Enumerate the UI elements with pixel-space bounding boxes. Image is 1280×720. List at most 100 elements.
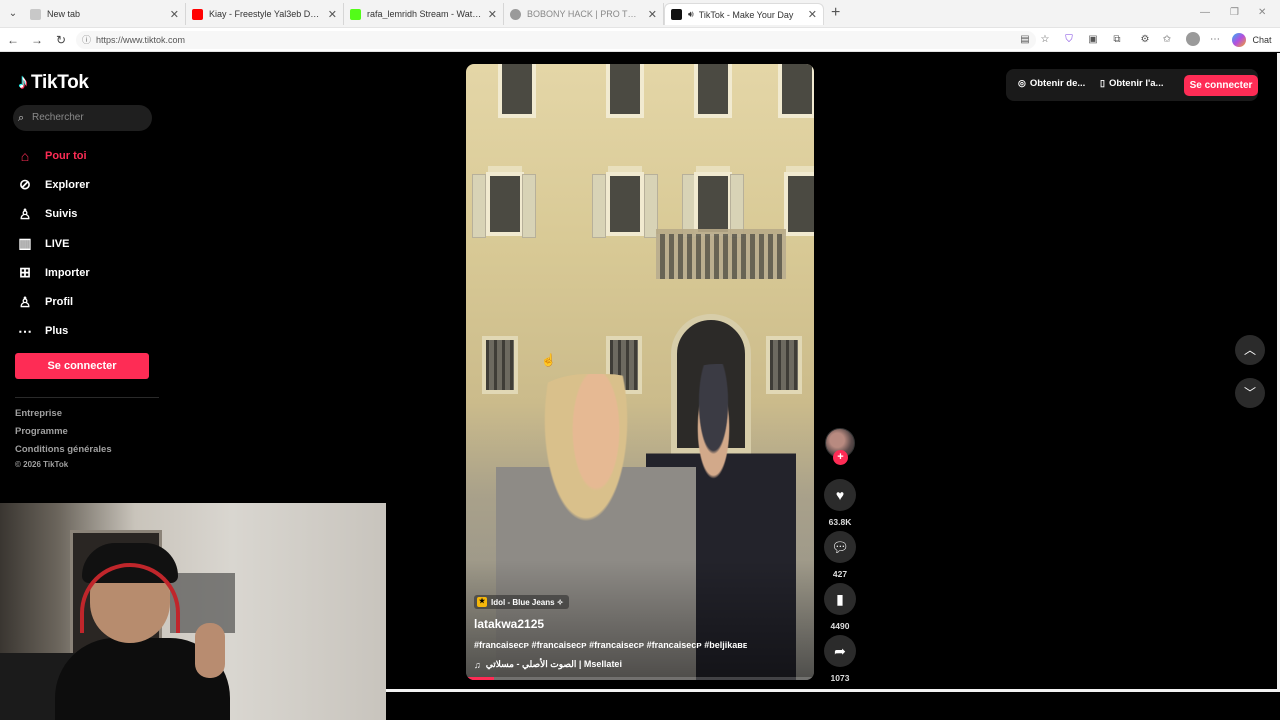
tiktok-logo[interactable]: ♪ TikTok [18,71,89,94]
building-window [778,64,814,118]
close-window-icon[interactable]: ✕ [1258,7,1266,18]
tab-actions-menu-icon[interactable]: ⌄ [6,7,20,21]
window-shutter [522,174,536,238]
sidebar-divider [15,397,159,398]
share-icon: ➦ [824,635,856,667]
extensions-puzzle-icon[interactable]: ⚙ [1138,33,1152,47]
video-sound[interactable]: ♫ الصوت الأصلي - مسلاتي | Msellatei [474,659,804,670]
building-window [486,172,524,236]
browser-tab[interactable]: rafa_lemridh Stream - Watch Live o ✕ [344,3,504,25]
video-hashtags[interactable]: #francaiseᴄᴘ #francaiseᴄᴘ #francaiseᴄᴘ #… [474,640,804,650]
back-icon[interactable]: ← [6,33,20,47]
live-icon: ▥ [18,235,32,252]
split-screen-icon[interactable]: ⧉ [1110,33,1124,47]
sidebar-item-label: Plus [45,325,69,338]
tab-title: rafa_lemridh Stream - Watch Live o [367,9,482,19]
favorites-icon[interactable]: ✩ [1160,33,1174,47]
sound-title: الصوت الأصلي - مسلاتي | Msellatei [485,659,622,669]
sidebar-item-upload[interactable]: ⊞ Importer [16,258,166,287]
share-button[interactable]: ➦ 1073 [824,635,856,683]
favorite-star-icon[interactable]: ☆ [1038,33,1052,47]
bookmark-button[interactable]: ▮ 4490 [824,583,856,631]
comment-button[interactable]: 💬︎ 427 [824,531,856,579]
footer-link-program[interactable]: Programme [15,426,165,444]
browser-tab[interactable]: BOBONY HACK | PRO TERMINAL ✕ [504,3,664,25]
reader-view-icon[interactable]: ▤ [1018,33,1032,47]
minimize-icon[interactable]: — [1200,7,1210,18]
sidebar-item-label: Explorer [45,178,90,191]
video-progress-bar[interactable] [466,677,814,680]
sidebar-item-profile[interactable]: ♙ Profil [16,287,166,316]
mouse-cursor-icon: ☝ [541,353,556,367]
tab-title: BOBONY HACK | PRO TERMINAL [527,9,642,19]
extension-shield-icon[interactable]: ⛉ [1062,33,1076,47]
maximize-icon[interactable]: ❐ [1230,7,1239,18]
tab-title: TikTok - Make Your Day [698,9,794,20]
close-tab-icon[interactable]: ✕ [648,8,657,21]
address-bar[interactable]: ⓘ https://www.tiktok.com [76,31,1036,49]
following-icon: ♙ [18,205,32,222]
forward-icon[interactable]: → [30,33,44,47]
profile-avatar-icon[interactable] [1186,32,1200,46]
copilot-icon[interactable] [1232,33,1246,47]
speaker-icon[interactable]: 🔊︎ [688,9,694,20]
music-tag-label: Idol - Blue Jeans ✧ [491,597,564,607]
next-video-button[interactable]: ﹀ [1235,378,1265,408]
sidebar-item-following[interactable]: ♙ Suivis [16,200,166,229]
tag-badge-icon: ★ [477,597,487,607]
tab-title: New tab [47,9,81,19]
like-button[interactable]: ♥ 63.8K [824,479,856,527]
get-app-button[interactable]: ▯ Obtenir l'a... [1100,78,1163,89]
browser-tab-strip: ⌄ New tab ✕ Kiay - Freestyle Yal3eb Dadd… [0,0,1280,28]
sidebar-nav: ⌂ Pour toi ⊘ Explorer ♙ Suivis ▥ LIVE ⊞ … [16,141,166,346]
building-window [694,172,732,236]
browser-tab-active[interactable]: 🔊︎ TikTok - Make Your Day ✕ [664,3,824,25]
sidebar-item-for-you[interactable]: ⌂ Pour toi [16,141,166,170]
comment-count: 427 [832,569,848,579]
header-login-button[interactable]: Se connecter [1184,75,1258,96]
sidebar-item-explore[interactable]: ⊘ Explorer [16,170,166,199]
tab-favicon-icon [30,8,41,20]
browser-tab[interactable]: New tab ✕ [24,3,186,25]
sidebar-item-live[interactable]: ▥ LIVE [16,229,166,258]
more-icon: ⋯ [18,322,32,339]
copilot-chat-label[interactable]: Chat [1250,33,1274,47]
site-info-icon[interactable]: ⓘ [82,31,91,49]
streamer-hand [195,623,225,678]
chevron-up-icon: ︿ [1243,343,1256,357]
home-icon: ⌂ [20,147,30,164]
compass-icon: ⊘ [19,176,31,193]
sidebar-item-label: Suivis [45,208,78,221]
close-tab-icon[interactable]: ✕ [488,8,497,21]
get-coins-button[interactable]: ◎ Obtenir de... [1018,78,1085,89]
bookmark-icon: ▮ [824,583,856,615]
reload-icon[interactable]: ↻ [54,33,68,47]
new-tab-icon[interactable]: + [831,5,840,21]
previous-video-button[interactable]: ︿ [1235,335,1265,365]
tiktok-note-icon: ♪ [18,71,28,93]
close-tab-icon[interactable]: ✕ [170,8,179,21]
more-menu-icon[interactable]: ⋯ [1208,33,1222,47]
globe-favicon-icon [510,8,521,20]
logo-text: TikTok [31,71,89,93]
video-player[interactable]: ★ Idol - Blue Jeans ✧ latakwa2125 #franc… [466,64,814,680]
close-tab-icon[interactable]: ✕ [808,8,817,21]
close-tab-icon[interactable]: ✕ [328,8,337,21]
webcam-overlay [0,503,386,720]
video-author[interactable]: latakwa2125 [474,617,804,631]
browser-tab[interactable]: Kiay - Freestyle Yal3eb Daddou (D ✕ [186,3,344,25]
sidebar-item-label: Pour toi [45,149,87,162]
search-placeholder: Rechercher [32,112,84,123]
search-input[interactable]: ⌕ Rechercher [13,105,152,131]
music-tag[interactable]: ★ Idol - Blue Jeans ✧ [474,595,569,609]
window-shutter [592,174,606,238]
footer-link-company[interactable]: Entreprise [15,408,165,426]
sidebar-login-button[interactable]: Se connecter [15,353,149,379]
extension-icon[interactable]: ▣ [1086,33,1100,47]
streamer [55,543,235,720]
follow-plus-icon[interactable]: + [833,450,848,465]
sidebar-item-label: Profil [45,296,74,309]
sidebar-item-more[interactable]: ⋯ Plus [16,317,166,346]
building-window [498,64,536,118]
get-app-label: Obtenir l'a... [1108,78,1164,89]
